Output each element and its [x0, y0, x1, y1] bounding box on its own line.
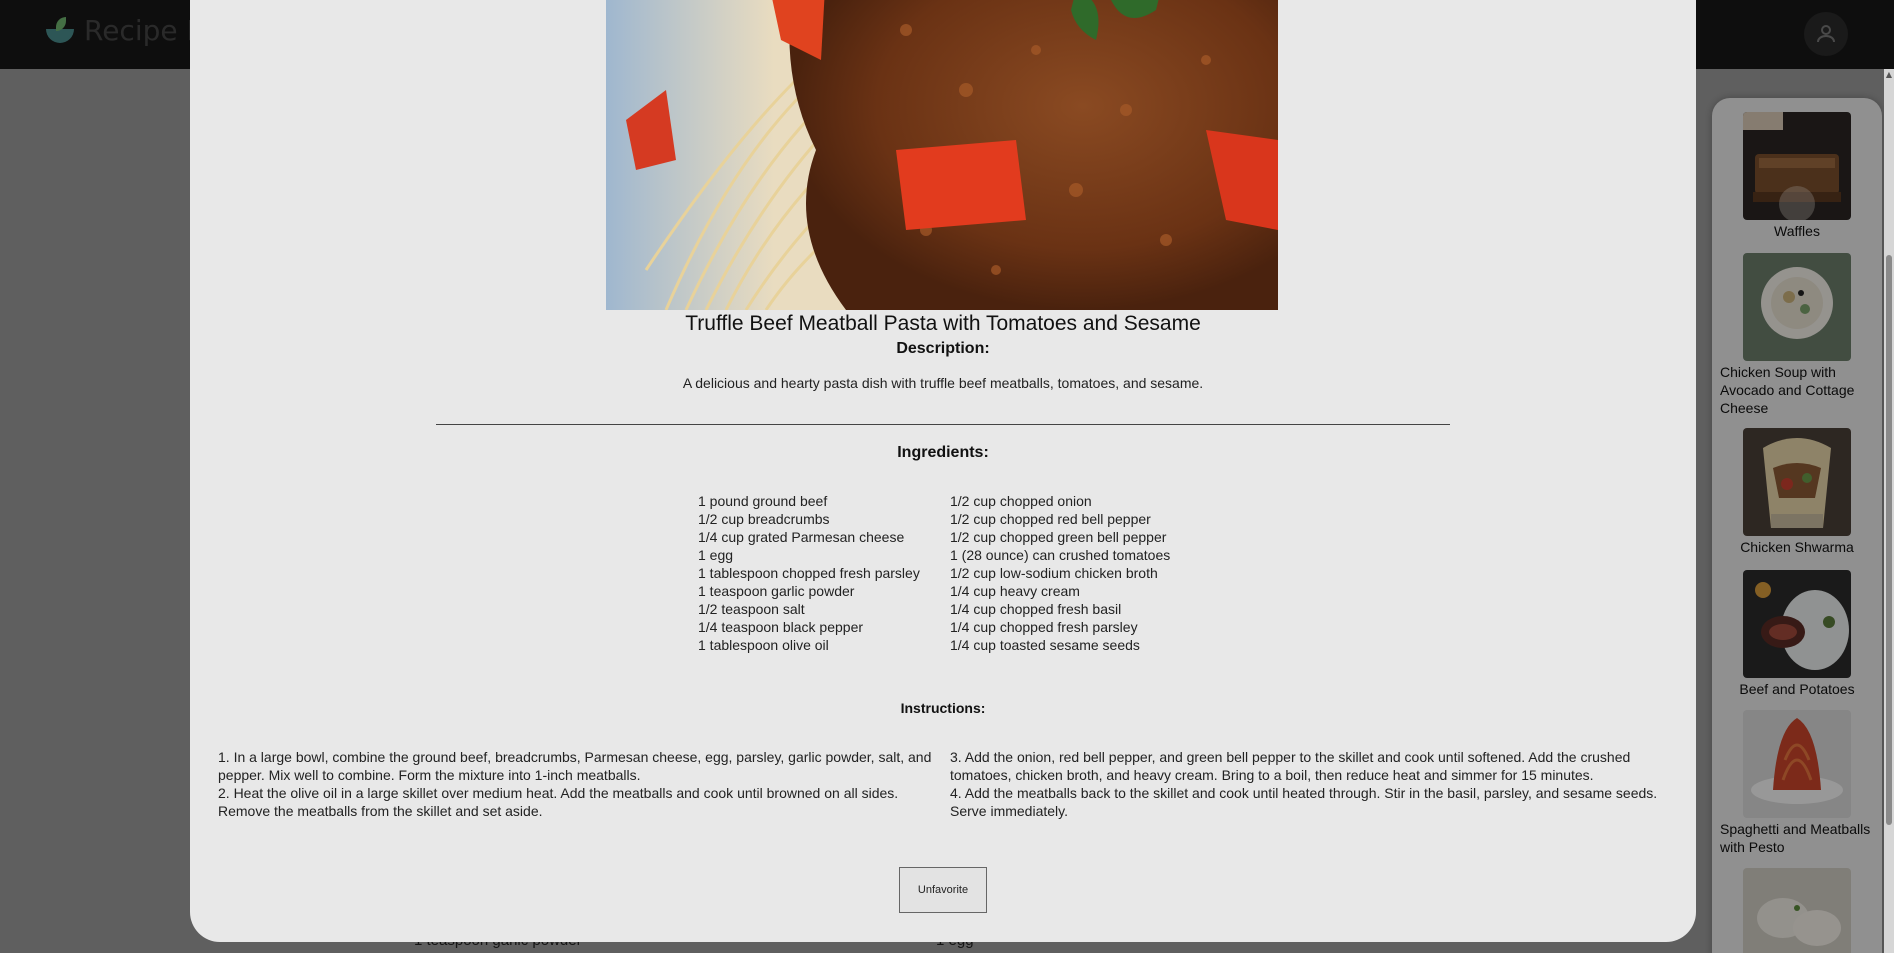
instruction-step: 1. In a large bowl, combine the ground b… [218, 749, 932, 783]
ingredient-item: 1/2 teaspoon salt [698, 601, 805, 617]
instructions-list-right: 3. Add the onion, red bell pepper, and g… [950, 748, 1666, 820]
ingredients-heading: Ingredients: [897, 444, 989, 461]
instruction-step: 2. Heat the olive oil in a large skillet… [218, 785, 899, 819]
ingredient-item: 1 teaspoon garlic powder [698, 583, 855, 599]
ingredients-list-right: 1/2 cup chopped onion 1/2 cup chopped red… [950, 492, 1170, 654]
ingredient-item: 1/4 cup toasted sesame seeds [950, 637, 1140, 653]
unfavorite-button[interactable]: Unfavorite [899, 867, 987, 913]
recipe-hero-image [606, 0, 1278, 310]
ingredients-list-left: 1 pound ground beef 1/2 cup breadcrumbs 1/… [698, 492, 920, 654]
ingredient-item: 1/2 cup breadcrumbs [698, 511, 830, 527]
ingredient-item: 1/2 cup chopped onion [950, 493, 1092, 509]
ingredient-item: 1/2 cup low-sodium chicken broth [950, 565, 1158, 581]
instructions-heading: Instructions: [900, 700, 986, 716]
ingredient-item: 1 tablespoon chopped fresh parsley [698, 565, 920, 581]
ingredient-item: 1 egg [698, 547, 734, 563]
scrollbar-thumb[interactable] [1886, 255, 1892, 825]
ingredient-item: 1/2 cup chopped red bell pepper [950, 511, 1151, 527]
ingredient-item: 1/4 teaspoon black pepper [698, 619, 864, 635]
ingredient-item: 1/4 cup grated Parmesan cheese [698, 529, 905, 545]
ingredient-item: 1/4 cup chopped fresh basil [950, 601, 1122, 617]
instructions-list-left: 1. In a large bowl, combine the ground b… [218, 748, 934, 820]
section-divider [436, 424, 1450, 425]
instruction-step: 4. Add the meatballs back to the skillet… [950, 785, 1658, 819]
ingredient-item: 1 (28 ounce) can crushed tomatoes [950, 547, 1171, 563]
ingredient-item: 1/2 cup chopped green bell pepper [950, 529, 1167, 545]
recipe-modal: Truffle Beef Meatball Pasta with Tomatoe… [190, 0, 1696, 942]
description-heading: Description: [896, 340, 990, 357]
recipe-title: Truffle Beef Meatball Pasta with Tomatoe… [685, 312, 1201, 335]
recipe-description: A delicious and hearty pasta dish with t… [682, 375, 1204, 391]
ingredient-item: 1 tablespoon olive oil [698, 637, 829, 653]
ingredient-item: 1 pound ground beef [698, 493, 828, 509]
ingredient-item: 1/4 cup heavy cream [950, 583, 1080, 599]
instruction-step: 3. Add the onion, red bell pepper, and g… [950, 749, 1631, 783]
ingredient-item: 1/4 cup chopped fresh parsley [950, 619, 1138, 635]
scroll-up-icon[interactable]: ▲ [1884, 70, 1894, 82]
